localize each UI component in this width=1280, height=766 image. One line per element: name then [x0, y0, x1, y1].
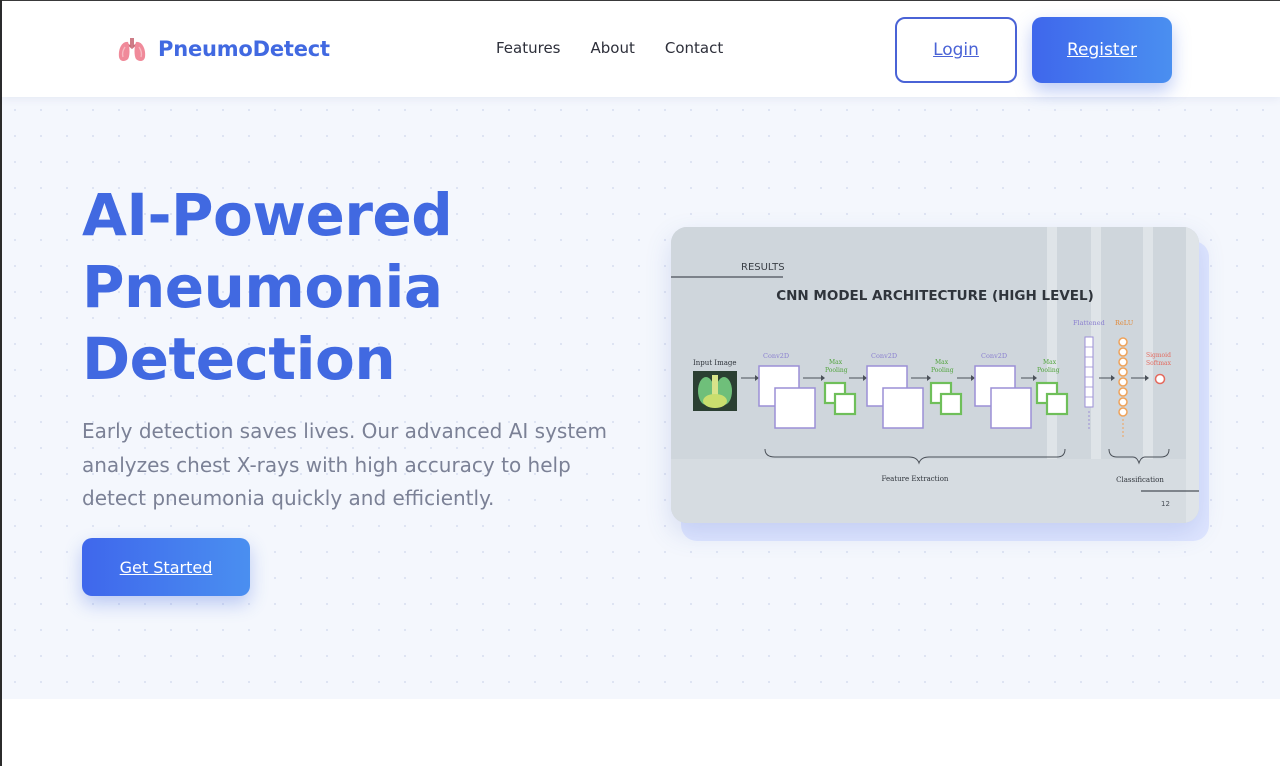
hero-title-line-3: Detection: [82, 325, 396, 393]
classification-label: Classification: [1116, 476, 1164, 484]
pool-label-1b: Pooling: [825, 367, 848, 374]
pool-block-1b: [833, 392, 857, 416]
input-image-label: Input Image: [693, 359, 737, 367]
next-section: [2, 699, 1280, 766]
pool-label-2a: Max: [935, 359, 949, 366]
feature-extraction-label: Feature Extraction: [882, 475, 949, 483]
cnn-architecture-diagram: RESULTS CNN MODEL ARCHITECTURE (HIGH LEV…: [671, 227, 1199, 523]
conv-block-2b: [882, 387, 924, 429]
get-started-button[interactable]: Get Started: [82, 538, 250, 596]
pool-label-3b: Pooling: [1037, 367, 1060, 374]
pool-block-2b: [939, 392, 963, 416]
brand[interactable]: PneumoDetect: [116, 35, 330, 63]
relu-label: ReLU: [1115, 319, 1134, 327]
conv-label-3: Conv2D: [981, 352, 1007, 360]
flattened-label: Flattened: [1073, 319, 1105, 327]
hero-title-line-1: AI-Powered: [82, 181, 453, 249]
nav-links: Features About Contact: [496, 39, 723, 57]
hero-title: AI-Powered Pneumonia Detection: [82, 179, 642, 395]
sigmoid-label-2: Softmax: [1146, 360, 1172, 367]
hero-section: AI-Powered Pneumonia Detection Early det…: [2, 97, 1280, 699]
figure-section-label: RESULTS: [741, 262, 785, 273]
nav-link-contact[interactable]: Contact: [665, 39, 723, 57]
nav-link-features[interactable]: Features: [496, 39, 561, 57]
architecture-figure: RESULTS CNN MODEL ARCHITECTURE (HIGH LEV…: [671, 227, 1211, 543]
sigmoid-label-1: Sigmoid: [1146, 352, 1171, 359]
output-neuron: [1154, 373, 1166, 385]
login-button[interactable]: Login: [895, 17, 1017, 83]
pool-label-2b: Pooling: [931, 367, 954, 374]
conv-block-3b: [990, 387, 1032, 429]
brand-name: PneumoDetect: [158, 37, 330, 61]
pool-block-3b: [1045, 392, 1069, 416]
navbar: PneumoDetect Features About Contact Logi…: [2, 1, 1280, 97]
figure-title: CNN MODEL ARCHITECTURE (HIGH LEVEL): [776, 288, 1094, 304]
hero-title-line-2: Pneumonia: [82, 253, 443, 321]
hero-subtitle: Early detection saves lives. Our advance…: [82, 419, 607, 510]
conv-label-2: Conv2D: [871, 352, 897, 360]
nav-link-about[interactable]: About: [591, 39, 635, 57]
pool-label-3a: Max: [1043, 359, 1057, 366]
conv-block-1b: [774, 387, 816, 429]
figure-card: RESULTS CNN MODEL ARCHITECTURE (HIGH LEV…: [671, 227, 1199, 523]
pool-label-1a: Max: [829, 359, 843, 366]
figure-page-number: 12: [1161, 500, 1170, 508]
register-button[interactable]: Register: [1032, 17, 1172, 83]
conv-label-1: Conv2D: [763, 352, 789, 360]
lungs-icon: [118, 38, 146, 62]
